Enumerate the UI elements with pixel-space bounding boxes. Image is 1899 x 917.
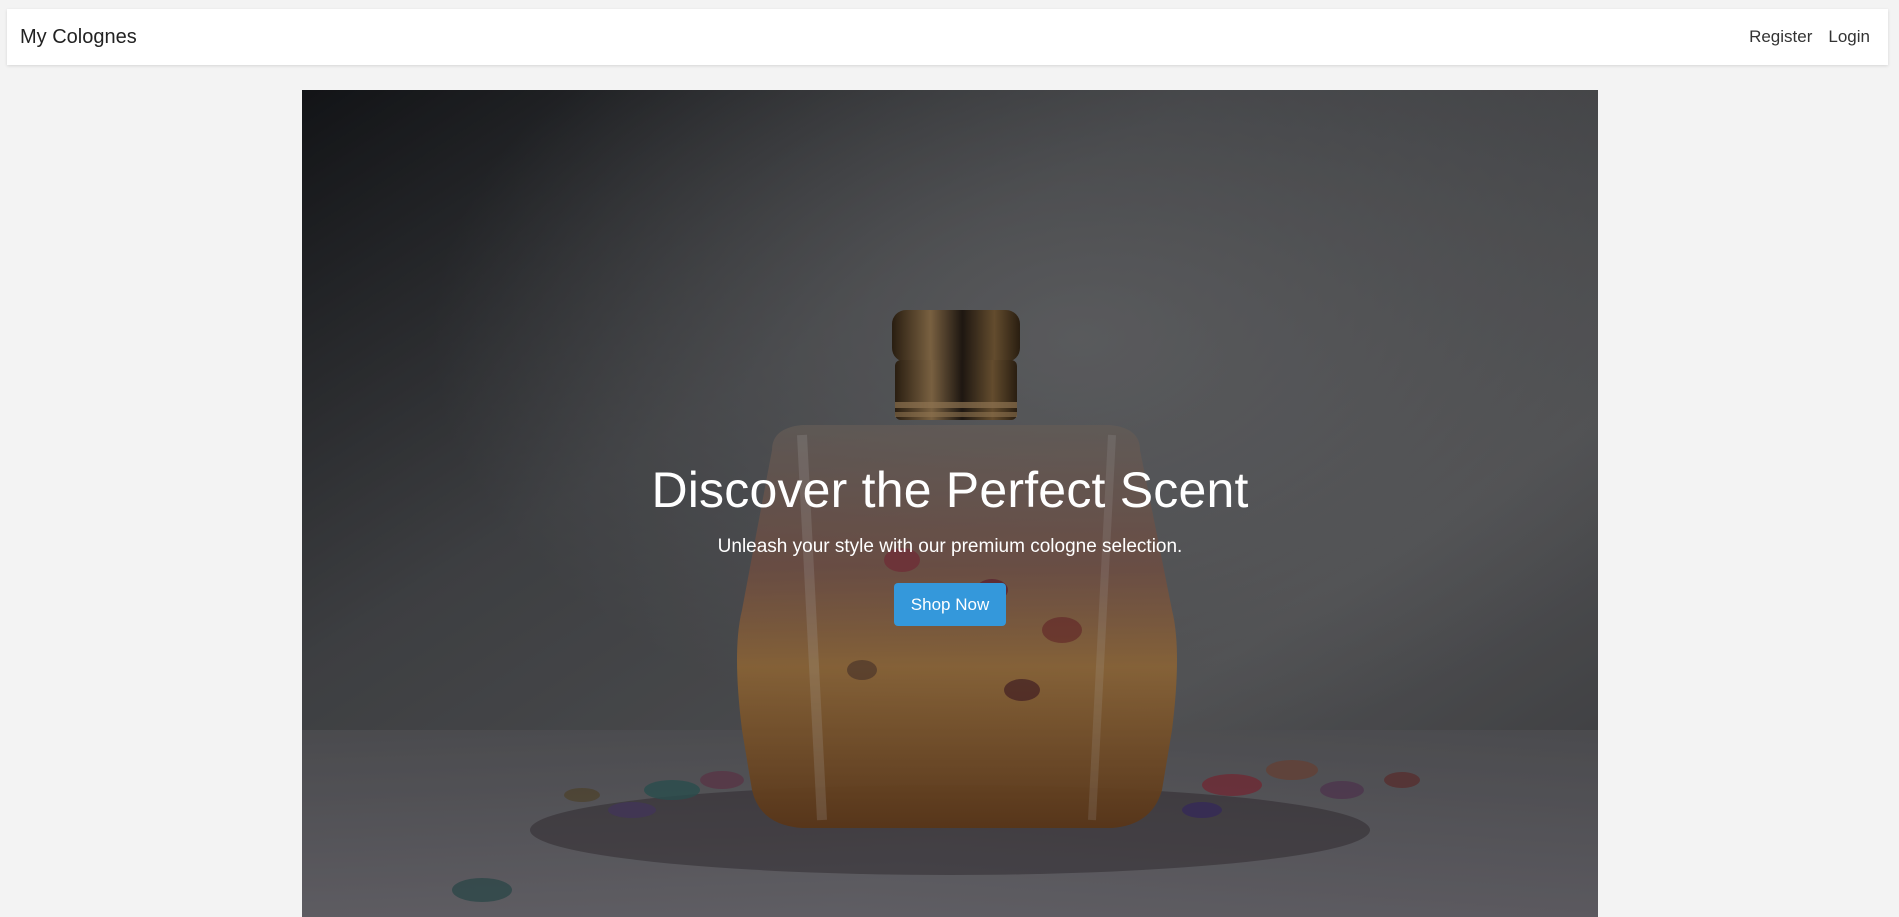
hero-banner: Discover the Perfect Scent Unleash your …: [302, 90, 1598, 917]
brand-logo-link[interactable]: My Colognes: [20, 26, 137, 49]
shop-now-button[interactable]: Shop Now: [894, 583, 1006, 627]
hero-title: Discover the Perfect Scent: [651, 462, 1249, 518]
login-link[interactable]: Login: [1828, 27, 1870, 47]
nav-links: Register Login: [1749, 27, 1875, 47]
hero-content: Discover the Perfect Scent Unleash your …: [302, 462, 1598, 627]
hero-subtitle: Unleash your style with our premium colo…: [717, 535, 1183, 557]
register-link[interactable]: Register: [1749, 27, 1812, 47]
top-navbar: My Colognes Register Login: [7, 9, 1888, 65]
